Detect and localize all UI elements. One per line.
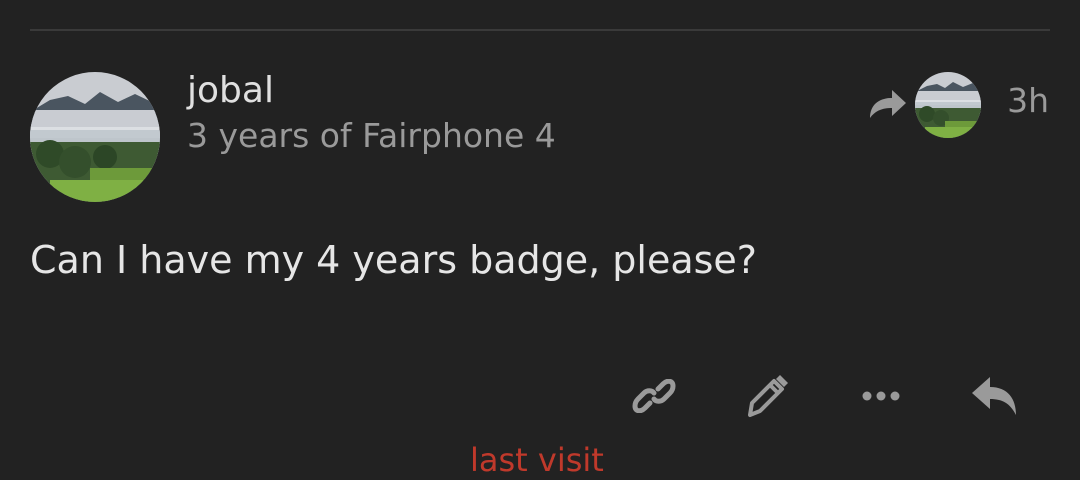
post-username[interactable]: jobal (187, 70, 274, 112)
edit-post-button[interactable] (740, 370, 792, 422)
user-avatar[interactable] (30, 72, 160, 202)
post-body-text: Can I have my 4 years badge, please? (30, 238, 757, 282)
reply-button[interactable] (968, 370, 1020, 422)
avatar-landscape-image (30, 72, 160, 202)
link-icon (632, 379, 676, 413)
ellipsis-icon (862, 391, 900, 401)
copy-link-button[interactable] (628, 370, 680, 422)
user-title: 3 years of Fairphone 4 (187, 116, 556, 155)
top-divider (30, 29, 1050, 31)
reply-icon (972, 377, 1016, 415)
reply-avatar-landscape-image (915, 72, 981, 138)
reply-to-arrow-icon[interactable] (866, 86, 908, 120)
more-actions-button[interactable] (855, 370, 907, 422)
pencil-icon (748, 375, 788, 417)
reply-to-avatar[interactable] (915, 72, 981, 138)
last-visit-marker: last visit (470, 441, 604, 479)
post-timestamp[interactable]: 3h (1007, 80, 1049, 122)
